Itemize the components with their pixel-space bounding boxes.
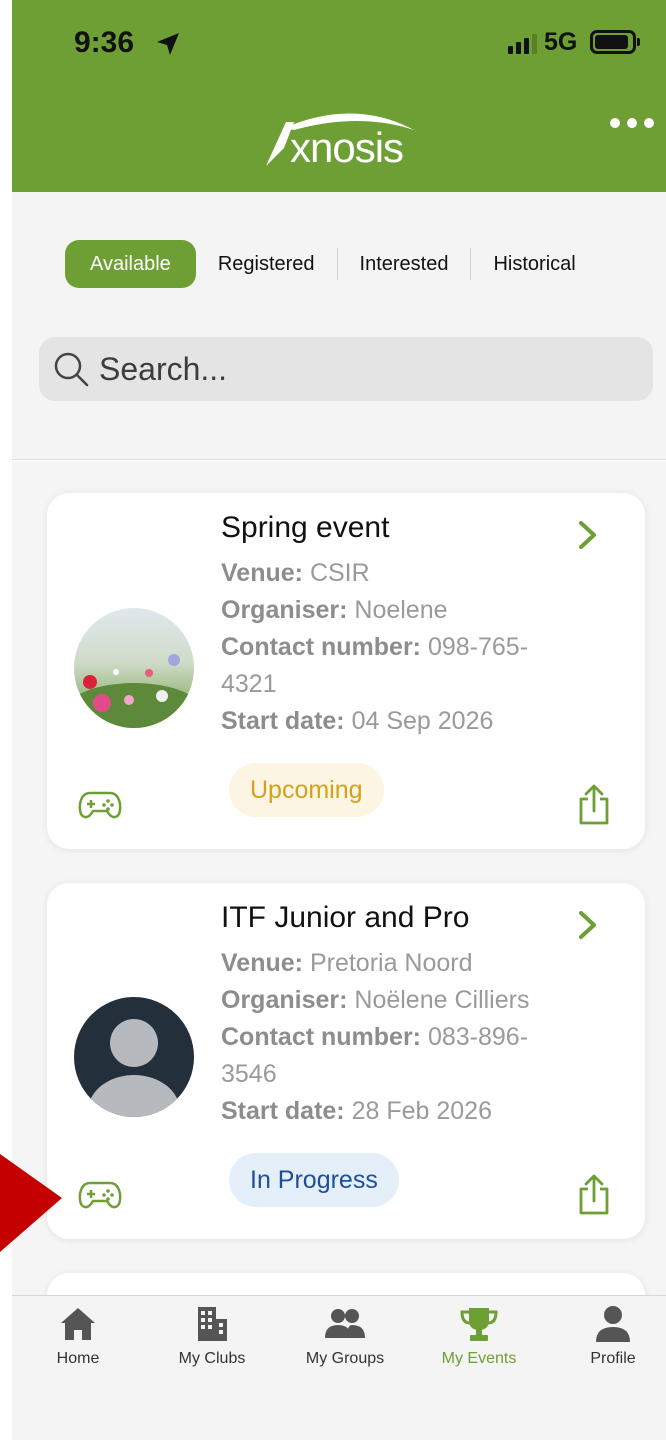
bottom-nav: Home My Clubs My Groups My Events Profil…: [12, 1295, 666, 1440]
status-bar: 9:36 5G: [12, 0, 666, 95]
event-card[interactable]: Spring event Venue: CSIR Organiser: Noel…: [47, 493, 645, 849]
start-date-row: Start date: 04 Sep 2026: [221, 707, 494, 735]
venue-row: Venue: CSIR: [221, 559, 370, 587]
nav-my-events[interactable]: My Events: [414, 1304, 544, 1368]
tab-historical[interactable]: Historical: [471, 240, 597, 288]
tab-interested[interactable]: Interested: [338, 240, 471, 288]
event-title: ITF Junior and Pro: [221, 901, 470, 934]
event-avatar-flowers: [74, 608, 194, 728]
annotation-arrow-icon: [0, 1154, 62, 1252]
venue-row: Venue: Pretoria Noord: [221, 949, 473, 977]
contact-row-cont: 3546: [221, 1060, 277, 1088]
trophy-icon: [460, 1308, 498, 1341]
event-card[interactable]: [47, 1273, 645, 1295]
event-details: Venue: CSIR Organiser: Noelene Contact n…: [221, 555, 601, 740]
search-icon: [54, 352, 89, 387]
search-input[interactable]: [99, 347, 629, 391]
people-icon: [325, 1309, 365, 1338]
gamepad-icon[interactable]: [78, 1178, 122, 1212]
event-tabs: Available Registered Interested Historic…: [65, 240, 598, 288]
status-badge: Upcoming: [229, 763, 384, 817]
organiser-row: Organiser: Noelene: [221, 596, 448, 624]
event-list: Spring event Venue: CSIR Organiser: Noel…: [12, 461, 666, 1295]
search-bar[interactable]: [39, 337, 653, 401]
axnosis-logo: xnosis: [264, 108, 444, 171]
filter-area: Available Registered Interested Historic…: [12, 192, 666, 460]
home-icon: [61, 1308, 95, 1340]
organiser-row: Organiser: Noëlene Cilliers: [221, 986, 530, 1014]
contact-row-cont: 4321: [221, 670, 277, 698]
chevron-right-icon[interactable]: [577, 909, 599, 941]
tab-available[interactable]: Available: [65, 240, 196, 288]
event-card[interactable]: ITF Junior and Pro Venue: Pretoria Noord…: [47, 883, 645, 1239]
app-header: 9:36 5G xnosis: [12, 0, 666, 192]
tab-registered[interactable]: Registered: [196, 240, 337, 288]
location-arrow-icon: [157, 33, 179, 55]
logo-text: xnosis: [290, 124, 404, 171]
nav-profile[interactable]: Profile: [548, 1304, 666, 1368]
signal-icon: [508, 34, 537, 54]
ellipsis-icon[interactable]: [610, 118, 654, 128]
share-icon[interactable]: [576, 783, 612, 827]
start-date-row: Start date: 28 Feb 2026: [221, 1097, 492, 1125]
building-icon: [198, 1307, 227, 1341]
event-details: Venue: Pretoria Noord Organiser: Noëlene…: [221, 945, 601, 1130]
status-time: 9:36: [74, 26, 135, 59]
event-avatar-default: [74, 997, 194, 1117]
status-badge: In Progress: [229, 1153, 399, 1207]
network-type: 5G: [544, 28, 578, 56]
chevron-right-icon[interactable]: [577, 519, 599, 551]
nav-my-groups[interactable]: My Groups: [280, 1304, 410, 1368]
battery-icon: [590, 30, 640, 54]
contact-row: Contact number: 083-896-: [221, 1023, 529, 1051]
person-icon: [596, 1306, 630, 1342]
share-icon[interactable]: [576, 1173, 612, 1217]
event-title: Spring event: [221, 511, 390, 544]
nav-my-clubs[interactable]: My Clubs: [147, 1304, 277, 1368]
gamepad-icon[interactable]: [78, 788, 122, 822]
nav-home[interactable]: Home: [13, 1304, 143, 1368]
contact-row: Contact number: 098-765-: [221, 633, 529, 661]
